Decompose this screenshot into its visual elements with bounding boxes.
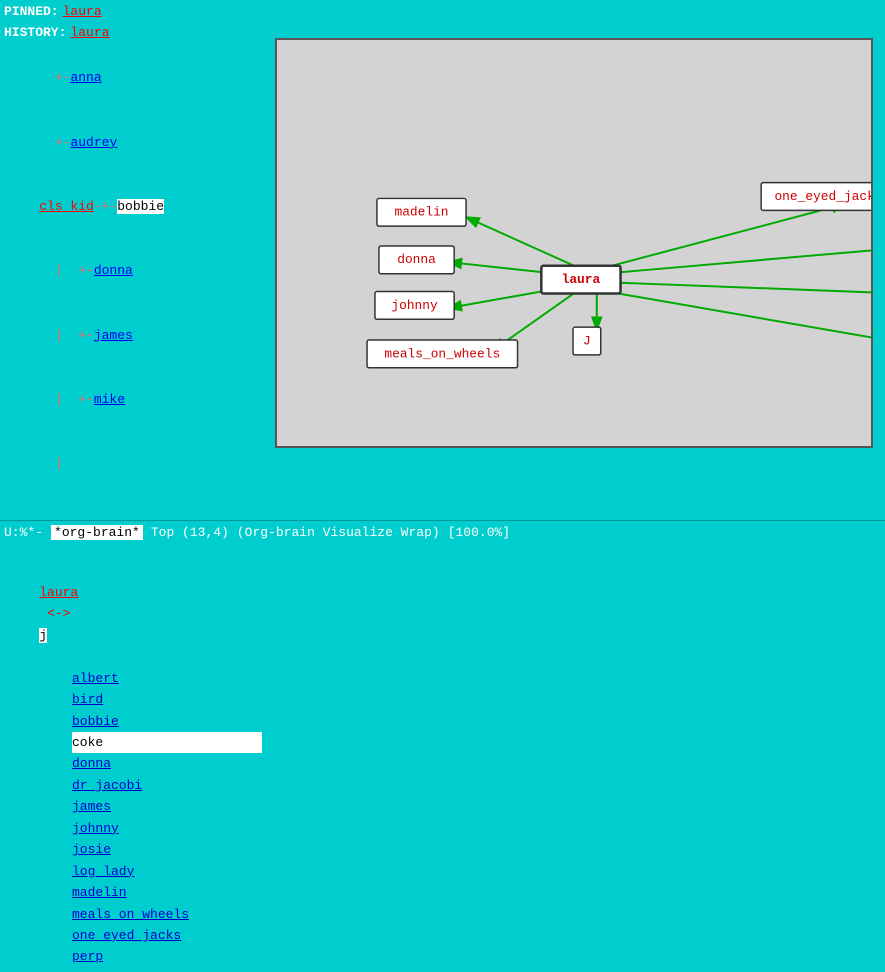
status-mode: (Org-brain Visualize Wrap) — [237, 525, 440, 540]
tree-link-anna[interactable]: anna — [70, 70, 101, 85]
list-item-coke[interactable]: coke — [72, 732, 262, 753]
node-meals-label: meals_on_wheels — [384, 346, 500, 361]
list-item-dr-jacobi[interactable]: dr_jacobi — [72, 775, 262, 796]
tree-anna: +-anna — [8, 46, 262, 110]
list-item-log-lady[interactable]: log_lady — [72, 861, 262, 882]
tree-james: | +-james — [8, 303, 262, 367]
sidebar: +-anna +-audrey cls_kid-+-bobbie | +-don… — [0, 42, 270, 972]
edge-laura-james — [613, 293, 871, 343]
cls-kid-label: cls_kid — [39, 199, 94, 214]
tree-laura-line: laura <-> j — [8, 561, 262, 668]
history-value[interactable]: laura — [70, 23, 109, 44]
tree-link-mike[interactable]: mike — [94, 392, 125, 407]
status-bar: U:%*- *org-brain* Top (13,4) (Org-brain … — [0, 520, 885, 544]
list-item-perp[interactable]: perp — [72, 946, 262, 967]
tree-audrey: +-audrey — [8, 110, 262, 174]
laura-arrow: <-> — [39, 606, 78, 621]
list-item-madelin[interactable]: madelin — [72, 882, 262, 903]
pinned-label: PINNED: — [4, 2, 59, 23]
tree-link-donna[interactable]: donna — [94, 263, 133, 278]
tree-donna: | +-donna — [8, 239, 262, 303]
list-item-meals-on-wheels[interactable]: meals_on_wheels — [72, 904, 262, 925]
node-johnny-label: johnny — [391, 298, 438, 313]
node-madelin-label: madelin — [394, 205, 448, 220]
status-zoom: [100.0%] — [448, 525, 510, 540]
edge-laura-one-eyed-jacks — [597, 203, 848, 269]
history-label: HISTORY: — [4, 23, 66, 44]
tree-v: | — [8, 432, 262, 496]
node-j-label: J — [583, 333, 591, 348]
tree-link-bobbie[interactable]: bobbie — [117, 199, 164, 214]
list-item-one-eyed-jacks[interactable]: one_eyed_jacks — [72, 925, 262, 946]
list-item-bobbie[interactable]: bobbie — [72, 711, 262, 732]
list-item-albert[interactable]: albert — [72, 668, 262, 689]
tree-mike: | +-mike — [8, 368, 262, 432]
edge-laura-bobbie — [615, 248, 871, 273]
pinned-value[interactable]: laura — [63, 2, 102, 23]
tree-bobbie: cls_kid-+-bobbie — [8, 175, 262, 239]
node-one-eyed-jacks-label: one_eyed_jacks — [774, 189, 871, 204]
cursor-j[interactable]: j — [39, 628, 47, 643]
edge-laura-madelin — [464, 216, 583, 269]
list-item-donna[interactable]: donna — [72, 753, 262, 774]
status-position: Top (13,4) — [151, 525, 229, 540]
status-buffer[interactable]: *org-brain* — [51, 525, 143, 540]
node-laura-label: laura — [562, 272, 601, 287]
status-keys: U:%*- — [4, 525, 43, 540]
tree-link-audrey[interactable]: audrey — [70, 135, 117, 150]
list-item-bird[interactable]: bird — [72, 689, 262, 710]
edge-laura-coke — [617, 283, 871, 294]
graph-svg: madelin one_eyed_jacks donna bobbie laur… — [277, 40, 871, 446]
list-item-josie[interactable]: josie — [72, 839, 262, 860]
graph-area: madelin one_eyed_jacks donna bobbie laur… — [275, 38, 873, 448]
list-item-johnny[interactable]: johnny — [72, 818, 262, 839]
list-item-james[interactable]: james — [72, 796, 262, 817]
laura-parent[interactable]: laura — [39, 585, 78, 600]
pinned-line: PINNED: laura — [4, 2, 881, 23]
node-donna-label: donna — [397, 252, 436, 267]
tree-link-james[interactable]: james — [94, 328, 133, 343]
